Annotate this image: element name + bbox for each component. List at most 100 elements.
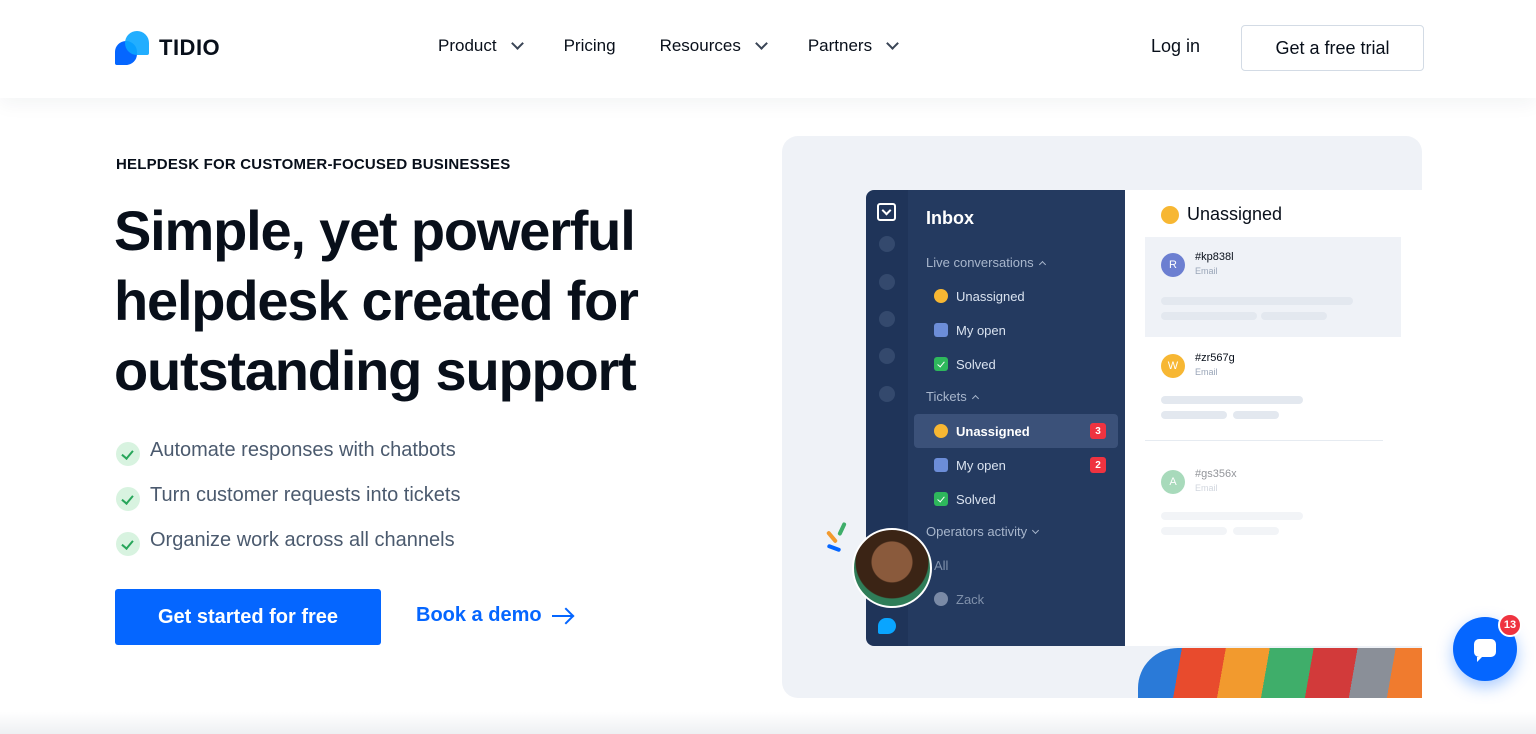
list-title-text: Unassigned [1187, 204, 1283, 224]
wave-icon [1161, 205, 1179, 224]
text-placeholder [1161, 411, 1227, 419]
feature-text: Turn customer requests into tickets [150, 484, 461, 506]
text-placeholder [1161, 512, 1303, 520]
text-placeholder [1233, 527, 1279, 535]
login-link[interactable]: Log in [1151, 36, 1200, 57]
people-icon [934, 323, 948, 337]
book-demo-link[interactable]: Book a demo [416, 604, 572, 627]
feature-text: Organize work across all channels [150, 529, 455, 551]
conversation-card: A #gs356x Email [1145, 454, 1401, 554]
people-icon [934, 458, 948, 472]
text-placeholder [1161, 312, 1257, 320]
conversation-id: #kp838l [1195, 251, 1234, 263]
inbox-sidebar: Inbox Live conversations Unassigned My o… [908, 190, 1125, 646]
check-icon [934, 492, 948, 506]
nav-dot-icon [879, 274, 895, 290]
count-badge: 2 [1090, 457, 1106, 473]
live-item-unassigned: Unassigned [914, 279, 1118, 313]
live-conversations-section: Live conversations [926, 255, 1046, 270]
conversation-list: Unassigned R #kp838l Email W #zr567g Ema… [1125, 190, 1422, 646]
inbox-title: Inbox [926, 208, 974, 228]
wave-icon [934, 424, 948, 438]
nav-label: Resources [659, 36, 741, 55]
site-header: TIDIO Product Pricing Resources Partners… [0, 0, 1536, 98]
arrow-right-icon [551, 614, 572, 617]
conversation-channel: Email [1195, 266, 1218, 276]
text-placeholder [1161, 527, 1227, 535]
check-icon [116, 486, 140, 511]
tidio-logo[interactable]: TIDIO [115, 31, 220, 65]
chat-bubble-icon [1474, 639, 1496, 662]
text-placeholder [1261, 312, 1327, 320]
operator-item-all: All [914, 548, 1118, 582]
free-trial-button[interactable]: Get a free trial [1241, 25, 1424, 71]
avatar: R [1161, 253, 1185, 277]
inbox-icon [877, 203, 896, 221]
conversation-channel: Email [1195, 367, 1218, 377]
chevron-up-icon [971, 394, 979, 402]
count-badge: 3 [1090, 423, 1106, 439]
nav-item-pricing[interactable]: Pricing [564, 36, 616, 56]
book-demo-label: Book a demo [416, 604, 542, 626]
main-nav: Product Pricing Resources Partners [438, 36, 899, 56]
nav-dot-icon [879, 236, 895, 252]
conversation-channel: Email [1195, 483, 1218, 493]
text-placeholder [1161, 396, 1303, 404]
section-label: Operators activity [926, 524, 1028, 539]
check-icon [116, 441, 140, 466]
nav-dot-icon [879, 311, 895, 327]
list-title: Unassigned [1161, 204, 1282, 225]
support-agent-photo [852, 528, 932, 608]
nav-item-product[interactable]: Product [438, 36, 524, 56]
operator-item-zack: Zack [914, 582, 1118, 616]
nav-item-partners[interactable]: Partners [807, 36, 899, 56]
chevron-up-icon [1038, 260, 1046, 268]
get-started-button[interactable]: Get started for free [115, 589, 381, 645]
brand-name: TIDIO [159, 35, 221, 60]
wave-icon [934, 289, 948, 303]
operators-section: Operators activity [926, 524, 1040, 539]
live-item-solved: Solved [914, 347, 1118, 381]
avatar: W [1161, 354, 1185, 378]
item-label: Unassigned [956, 423, 1030, 439]
tickets-section: Tickets [926, 389, 979, 404]
check-icon [116, 531, 140, 556]
section-label: Live conversations [926, 255, 1034, 270]
ticket-item-my-open: My open 2 [914, 448, 1118, 482]
feature-item: Turn customer requests into tickets [116, 473, 461, 518]
item-label: Solved [956, 491, 996, 507]
chat-notification-badge: 13 [1498, 613, 1522, 637]
logo-icon [115, 31, 151, 65]
section-divider-shadow [0, 712, 1536, 734]
helpdesk-app-preview: Inbox Live conversations Unassigned My o… [866, 190, 1422, 646]
divider [1145, 440, 1383, 441]
conversation-id: #gs356x [1195, 468, 1237, 480]
tidio-mini-logo-icon [878, 618, 896, 634]
nav-dot-icon [879, 386, 895, 402]
chevron-down-icon [1032, 526, 1040, 534]
nav-dot-icon [879, 348, 895, 364]
conversation-card: W #zr567g Email [1145, 338, 1401, 438]
check-icon [934, 357, 948, 371]
ticket-item-solved: Solved [914, 482, 1118, 516]
text-placeholder [1161, 297, 1353, 305]
nav-label: Pricing [563, 36, 616, 55]
avatar-icon [934, 592, 948, 606]
colorful-fabric-image [1138, 648, 1422, 698]
chevron-down-icon [754, 37, 768, 50]
item-label: Solved [956, 356, 996, 372]
item-label: Zack [956, 591, 985, 607]
chevron-down-icon [510, 37, 524, 50]
text-placeholder [1233, 411, 1279, 419]
nav-label: Partners [807, 36, 873, 55]
item-label: Unassigned [956, 288, 1025, 304]
conversation-card: R #kp838l Email [1145, 237, 1401, 337]
conversation-id: #zr567g [1195, 352, 1235, 364]
item-label: My open [956, 457, 1006, 473]
ticket-item-unassigned: Unassigned 3 [914, 414, 1118, 448]
feature-list: Automate responses with chatbots Turn cu… [116, 428, 461, 563]
product-mockup: Inbox Live conversations Unassigned My o… [782, 136, 1422, 698]
nav-item-resources[interactable]: Resources [659, 36, 768, 56]
hero-eyebrow: HELPDESK FOR CUSTOMER-FOCUSED BUSINESSES [116, 156, 511, 173]
live-item-my-open: My open [914, 313, 1118, 347]
